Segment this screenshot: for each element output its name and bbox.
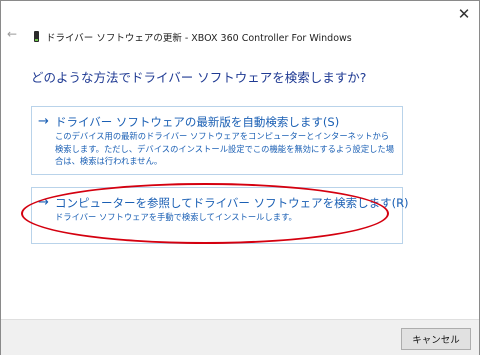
dialog-footer: キャンセル xyxy=(1,319,479,355)
option-title: ドライバー ソフトウェアの最新版を自動検索します(S) xyxy=(55,115,340,129)
cancel-button[interactable]: キャンセル xyxy=(401,328,471,350)
usb-device-icon xyxy=(34,31,39,42)
title-bar: ✕ xyxy=(1,1,479,27)
option-description: このデバイス用の最新のドライバー ソフトウェアをコンピューターとインターネットか… xyxy=(55,131,395,166)
update-driver-dialog: ✕ ← ドライバー ソフトウェアの更新 - XBOX 360 Controlle… xyxy=(0,0,480,355)
red-ellipse-annotation xyxy=(21,183,389,244)
dialog-header: ← ドライバー ソフトウェアの更新 - XBOX 360 Controller … xyxy=(1,27,479,47)
page-question: どのような方法でドライバー ソフトウェアを検索しますか? xyxy=(31,70,367,85)
dialog-title: ドライバー ソフトウェアの更新 - XBOX 360 Controller Fo… xyxy=(46,33,352,44)
back-arrow-icon[interactable]: ← xyxy=(7,27,17,41)
close-icon[interactable]: ✕ xyxy=(453,4,475,24)
arrow-right-icon: → xyxy=(38,114,49,129)
auto-search-option[interactable]: → ドライバー ソフトウェアの最新版を自動検索します(S) このデバイス用の最新… xyxy=(31,106,403,175)
